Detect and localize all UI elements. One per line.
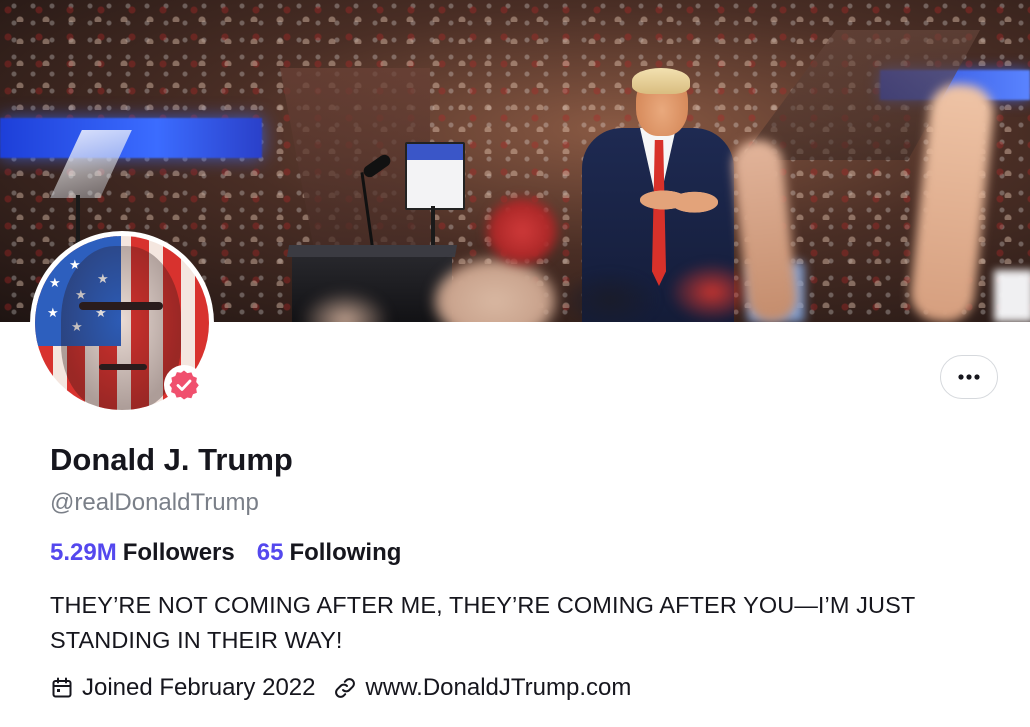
profile-joined-date: Joined February 2022 (82, 674, 316, 701)
banner-led-sign-left (0, 118, 262, 158)
banner-foreground-head (300, 290, 390, 322)
verified-badge-icon (169, 370, 199, 400)
following-link[interactable]: 65 Following (257, 539, 402, 567)
banner-figure-hands (640, 178, 718, 222)
calendar-icon (52, 677, 72, 698)
following-label: Following (289, 539, 402, 566)
profile-website-link[interactable]: www.DonaldJTrump.com (365, 674, 631, 702)
banner-teleprompter-screen (405, 142, 465, 210)
following-count: 65 (256, 539, 284, 566)
avatar-brow (79, 302, 163, 310)
profile-stats: 5.29M Followers 65 Following (50, 539, 401, 567)
avatar-mouth (99, 364, 147, 370)
banner-foreground-hat (668, 262, 756, 322)
verified-badge (164, 365, 204, 405)
profile-meta: Joined February 2022 www.DonaldJTrump.co… (50, 674, 631, 702)
profile-display-name: Donald J. Trump (50, 442, 293, 477)
followers-label: Followers (122, 539, 235, 566)
more-options-button[interactable] (940, 355, 998, 399)
banner-foreground-shirt (994, 270, 1030, 322)
link-icon (335, 678, 356, 698)
followers-count: 5.29M (50, 539, 117, 566)
avatar-face (61, 246, 181, 410)
banner-foreground-head (560, 270, 660, 322)
banner-figure-hair (632, 68, 690, 94)
followers-link[interactable]: 5.29M Followers (50, 539, 235, 567)
banner-foreground-hat (485, 196, 559, 266)
profile-handle: @realDonaldTrump (50, 489, 259, 516)
more-horizontal-icon (958, 374, 980, 380)
profile-bio: THEY’RE NOT COMING AFTER ME, THEY’RE COM… (50, 592, 915, 653)
banner-screen-pole (431, 206, 435, 248)
